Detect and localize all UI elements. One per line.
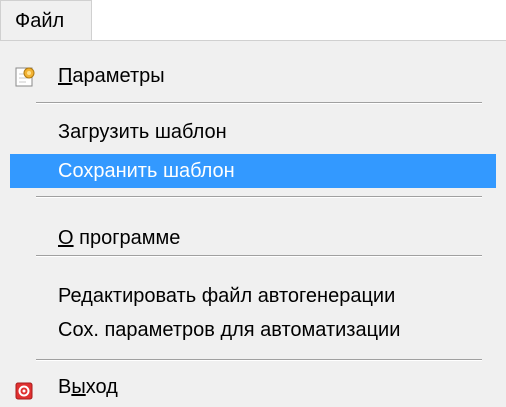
exit-icon bbox=[15, 377, 33, 400]
menu-item-edit-autogen-file[interactable]: Редактировать файл автогенерации bbox=[0, 279, 506, 313]
menu-item-load-template-label: Загрузить шаблон bbox=[58, 121, 227, 143]
menubar-file[interactable]: Файл bbox=[0, 0, 92, 40]
menu-separator bbox=[36, 196, 482, 198]
menu-item-parameters-label: Параметры bbox=[58, 65, 165, 87]
settings-page-icon bbox=[14, 65, 36, 87]
menu-item-exit-label: Выход bbox=[58, 376, 118, 398]
menu-item-save-automation-params[interactable]: Сох. параметров для автоматизации bbox=[0, 313, 506, 347]
menu-item-save-template[interactable]: Сохранить шаблон bbox=[10, 154, 496, 188]
menu-item-save-template-label: Сохранить шаблон bbox=[58, 160, 235, 182]
menubar-file-label: Файл bbox=[15, 10, 65, 32]
menu-item-parameters[interactable]: Параметры bbox=[0, 59, 506, 93]
menu-item-save-automation-params-label: Сох. параметров для автоматизации bbox=[58, 319, 401, 341]
menu-separator bbox=[36, 359, 482, 361]
menu-separator bbox=[36, 102, 482, 104]
menu-item-about[interactable]: О программе bbox=[0, 221, 506, 255]
menu-item-edit-autogen-file-label: Редактировать файл автогенерации bbox=[58, 285, 396, 307]
file-dropdown-menu: Параметры Загрузить шаблон Сохранить шаб… bbox=[0, 40, 506, 407]
menu-item-exit[interactable]: Выход bbox=[0, 370, 506, 404]
menu-separator bbox=[36, 255, 482, 257]
menu-item-about-label: О программе bbox=[58, 227, 181, 249]
menu-item-load-template[interactable]: Загрузить шаблон bbox=[0, 115, 506, 149]
screen: Файл Параметры Загрузить шаблон Сохранит… bbox=[0, 0, 506, 407]
